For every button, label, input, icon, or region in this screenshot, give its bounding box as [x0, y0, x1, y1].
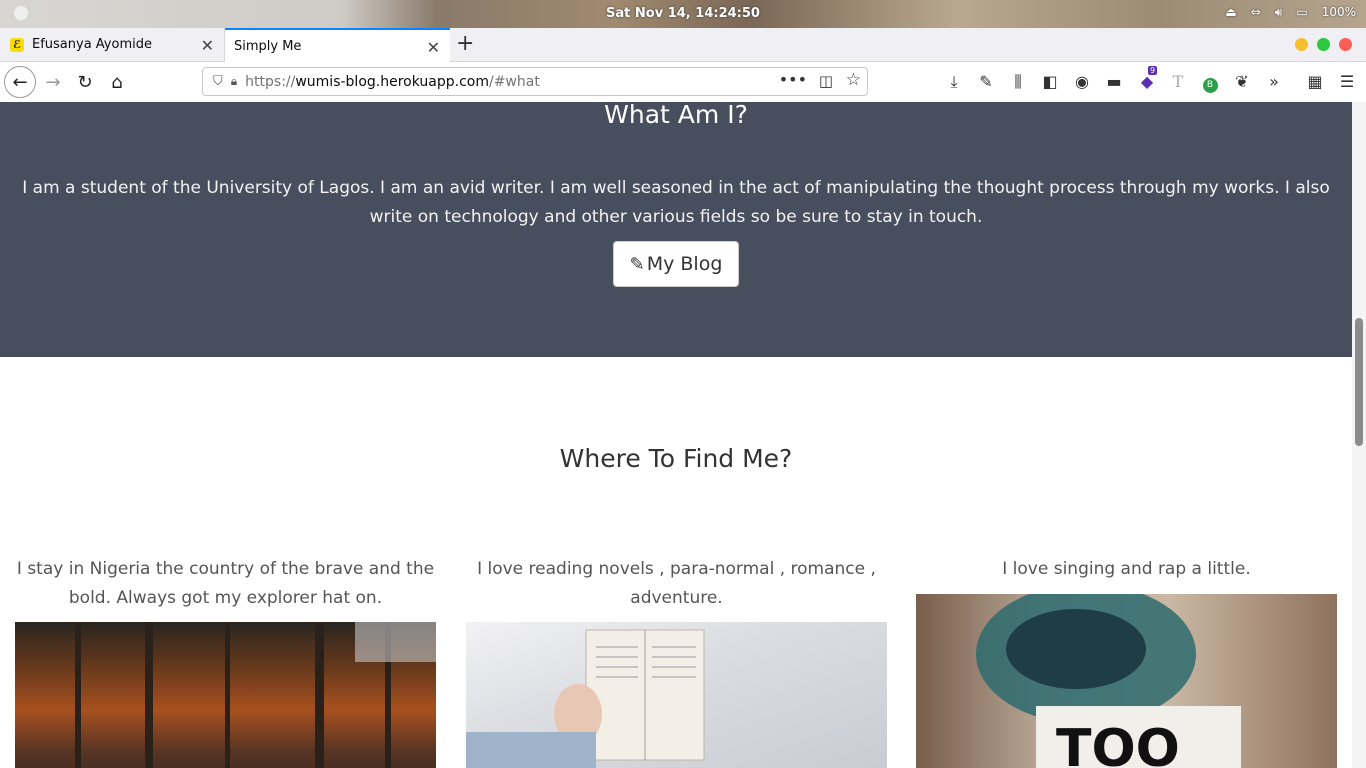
- new-tab-icon[interactable]: +: [456, 31, 474, 56]
- autumn-forest-image: [15, 622, 436, 768]
- forward-arrow-icon[interactable]: →: [38, 67, 68, 97]
- what-section: What Am I? I am a student of the Univers…: [0, 102, 1352, 357]
- green-extension-icon[interactable]: B: [1200, 72, 1220, 93]
- text-icon[interactable]: T: [1168, 72, 1188, 91]
- extensions-grid-icon[interactable]: ▦: [1305, 72, 1325, 91]
- bookmark-star-icon[interactable]: ☆: [846, 70, 861, 90]
- url-host: wumis-blog.herokuapp.com: [295, 73, 489, 90]
- back-arrow-icon[interactable]: ←: [4, 66, 36, 98]
- open-book-image: [466, 622, 887, 768]
- pencil-icon: ✎: [629, 253, 645, 275]
- extension-icon[interactable]: ◆ 9: [1137, 66, 1158, 91]
- url-prefix: https://: [245, 73, 296, 90]
- tab-simply-me[interactable]: Simply Me ✕: [225, 28, 450, 62]
- gnome-icon[interactable]: ❦: [1232, 72, 1252, 91]
- find-item-text: I love reading novels , para-normal , ro…: [477, 559, 876, 608]
- battery-percent: 100%: [1321, 5, 1356, 19]
- page-actions-icon[interactable]: •••: [779, 70, 807, 89]
- find-item: I love reading novels , para-normal , ro…: [466, 555, 887, 768]
- extension-badge: 9: [1148, 66, 1158, 75]
- close-icon[interactable]: ✕: [427, 38, 440, 57]
- clock: Sat Nov 14, 14:24:50: [606, 6, 760, 21]
- my-blog-label: My Blog: [646, 253, 723, 275]
- system-tray: ⏏ ⇔ 🔊︎ ▭ 100%: [1225, 5, 1356, 20]
- os-menu-bar: Sat Nov 14, 14:24:50 ⏏ ⇔ 🔊︎ ▭ 100%: [0, 0, 1366, 28]
- close-window-button[interactable]: [1339, 38, 1352, 51]
- site-favicon-icon: ℰ: [10, 37, 24, 52]
- wrench-icon[interactable]: ✎: [976, 72, 996, 91]
- graffiti-wall-image: TOO: [916, 594, 1337, 768]
- download-icon[interactable]: ⤓: [944, 72, 964, 92]
- find-item: I stay in Nigeria the country of the bra…: [15, 555, 436, 768]
- sidebar-icon[interactable]: ◧: [1040, 72, 1060, 91]
- scrollbar-thumb[interactable]: [1355, 318, 1363, 446]
- maximize-button[interactable]: [1317, 38, 1330, 51]
- library-icon[interactable]: ⫼: [1008, 72, 1028, 92]
- battery-icon[interactable]: ▭: [1296, 5, 1307, 20]
- page-scrollbar[interactable]: [1352, 102, 1366, 768]
- tab-bar: ℰ Efusanya Ayomide ✕ Simply Me ✕ +: [0, 28, 1366, 62]
- close-icon[interactable]: ✕: [201, 36, 214, 55]
- find-title: Where To Find Me?: [559, 444, 793, 473]
- menu-icon[interactable]: ☰: [1337, 72, 1357, 91]
- tab-efusanya[interactable]: ℰ Efusanya Ayomide ✕: [0, 28, 225, 61]
- lock-icon[interactable]: 🔒︎: [231, 74, 237, 89]
- tab-label: Simply Me: [234, 38, 302, 54]
- pocket-icon[interactable]: ◫: [819, 72, 833, 90]
- overflow-chevron-icon[interactable]: »: [1264, 72, 1284, 91]
- volume-icon[interactable]: 🔊︎: [1275, 5, 1283, 20]
- what-text: I am a student of the University of Lago…: [22, 178, 1330, 227]
- url-path: /#what: [488, 73, 540, 90]
- tab-label: Efusanya Ayomide: [32, 37, 152, 52]
- network-icon[interactable]: ⇔: [1251, 5, 1261, 20]
- what-title: What Am I?: [604, 102, 748, 129]
- web-page: What Am I? I am a student of the Univers…: [0, 102, 1352, 768]
- shield-icon[interactable]: ⛉: [213, 74, 223, 89]
- svg-text:TOO: TOO: [1056, 719, 1180, 768]
- reload-icon[interactable]: ↻: [70, 67, 100, 97]
- find-item: I love singing and rap a little. TOO: [916, 555, 1337, 768]
- account-icon[interactable]: ◉: [1072, 72, 1092, 91]
- minimize-button[interactable]: [1295, 38, 1308, 51]
- navigation-bar: ← → ↻ ⌂ ⛉ 🔒︎ https://wumis-blog.herokuap…: [0, 62, 1366, 103]
- eject-icon[interactable]: ⏏: [1225, 5, 1236, 20]
- find-item-text: I stay in Nigeria the country of the bra…: [16, 559, 435, 608]
- find-item-text: I love singing and rap a little.: [1002, 559, 1251, 579]
- screenshot-icon[interactable]: ▬: [1104, 72, 1124, 91]
- home-icon[interactable]: ⌂: [102, 67, 132, 97]
- my-blog-button[interactable]: ✎ My Blog: [613, 241, 739, 287]
- url-bar[interactable]: ⛉ 🔒︎ https://wumis-blog.herokuapp.com/#w…: [202, 67, 868, 96]
